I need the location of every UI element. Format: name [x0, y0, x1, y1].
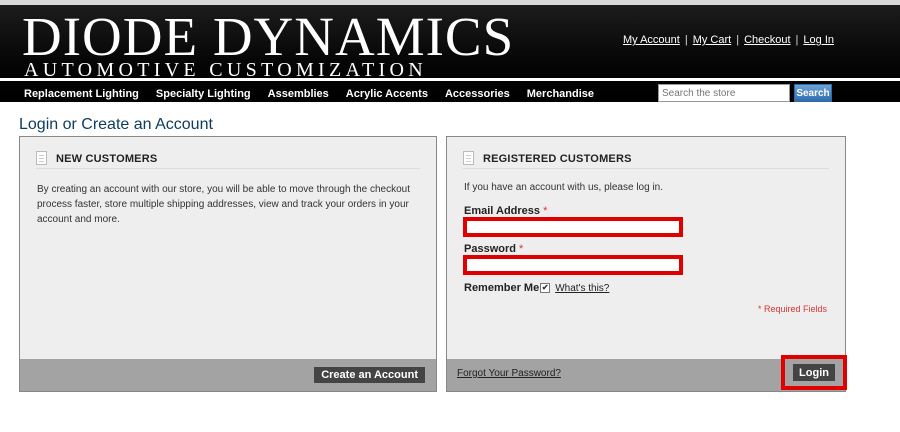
- registered-customers-header: REGISTERED CUSTOMERS: [463, 149, 829, 169]
- new-customers-header: NEW CUSTOMERS: [36, 149, 420, 169]
- search-input[interactable]: [658, 84, 790, 102]
- site-header: DIODE DYNAMICS AUTOMOTIVE CUSTOMIZATION …: [0, 0, 900, 102]
- password-label: Password *: [464, 243, 524, 255]
- email-label: Email Address *: [464, 205, 548, 217]
- email-field[interactable]: [463, 217, 683, 237]
- nav-replacement-lighting[interactable]: Replacement Lighting: [24, 88, 139, 100]
- nav-acrylic-accents[interactable]: Acrylic Accents: [346, 88, 428, 100]
- whats-this-link[interactable]: What's this?: [555, 283, 609, 294]
- remember-me-checkbox[interactable]: ✔: [540, 283, 551, 293]
- login-button[interactable]: Login: [793, 364, 835, 381]
- new-customers-heading: NEW CUSTOMERS: [56, 152, 158, 165]
- new-customers-footer: Create an Account: [20, 359, 436, 391]
- log-in-link[interactable]: Log In: [803, 34, 834, 46]
- remember-me-label: Remember Me: [464, 282, 540, 294]
- nav-assemblies[interactable]: Assemblies: [268, 88, 329, 100]
- checkout-link[interactable]: Checkout: [744, 34, 790, 46]
- new-customers-text: By creating an account with our store, y…: [37, 184, 410, 225]
- search-button[interactable]: Search: [794, 84, 832, 102]
- new-customers-panel: NEW CUSTOMERS By creating an account wit…: [19, 136, 437, 392]
- nav-merchandise[interactable]: Merchandise: [527, 88, 594, 100]
- registered-customers-panel: REGISTERED CUSTOMERS If you have an acco…: [446, 136, 847, 392]
- page-title: Login or Create an Account: [19, 116, 213, 133]
- create-account-button[interactable]: Create an Account: [314, 367, 425, 383]
- required-fields-note: * Required Fields: [757, 304, 827, 314]
- main-nav: Replacement Lighting Specialty Lighting …: [24, 88, 611, 100]
- registered-customers-footer: Forgot Your Password? Login: [447, 355, 847, 391]
- document-icon: [36, 150, 47, 165]
- account-links: My Account | My Cart | Checkout | Log In: [622, 34, 834, 46]
- forgot-password-link[interactable]: Forgot Your Password?: [457, 368, 561, 379]
- document-icon: [463, 150, 474, 165]
- brand-logo[interactable]: DIODE DYNAMICS: [22, 9, 514, 64]
- brand-tagline: AUTOMOTIVE CUSTOMIZATION: [24, 59, 428, 81]
- my-cart-link[interactable]: My Cart: [693, 34, 732, 46]
- my-account-link[interactable]: My Account: [623, 34, 680, 46]
- nav-specialty-lighting[interactable]: Specialty Lighting: [156, 88, 251, 100]
- nav-accessories[interactable]: Accessories: [445, 88, 510, 100]
- remember-me-row: Remember Me ✔ What's this?: [464, 282, 609, 294]
- login-intro: If you have an account with us, please l…: [464, 182, 664, 193]
- password-field[interactable]: [463, 255, 683, 275]
- registered-customers-heading: REGISTERED CUSTOMERS: [483, 152, 632, 165]
- login-highlight: Login: [781, 355, 847, 390]
